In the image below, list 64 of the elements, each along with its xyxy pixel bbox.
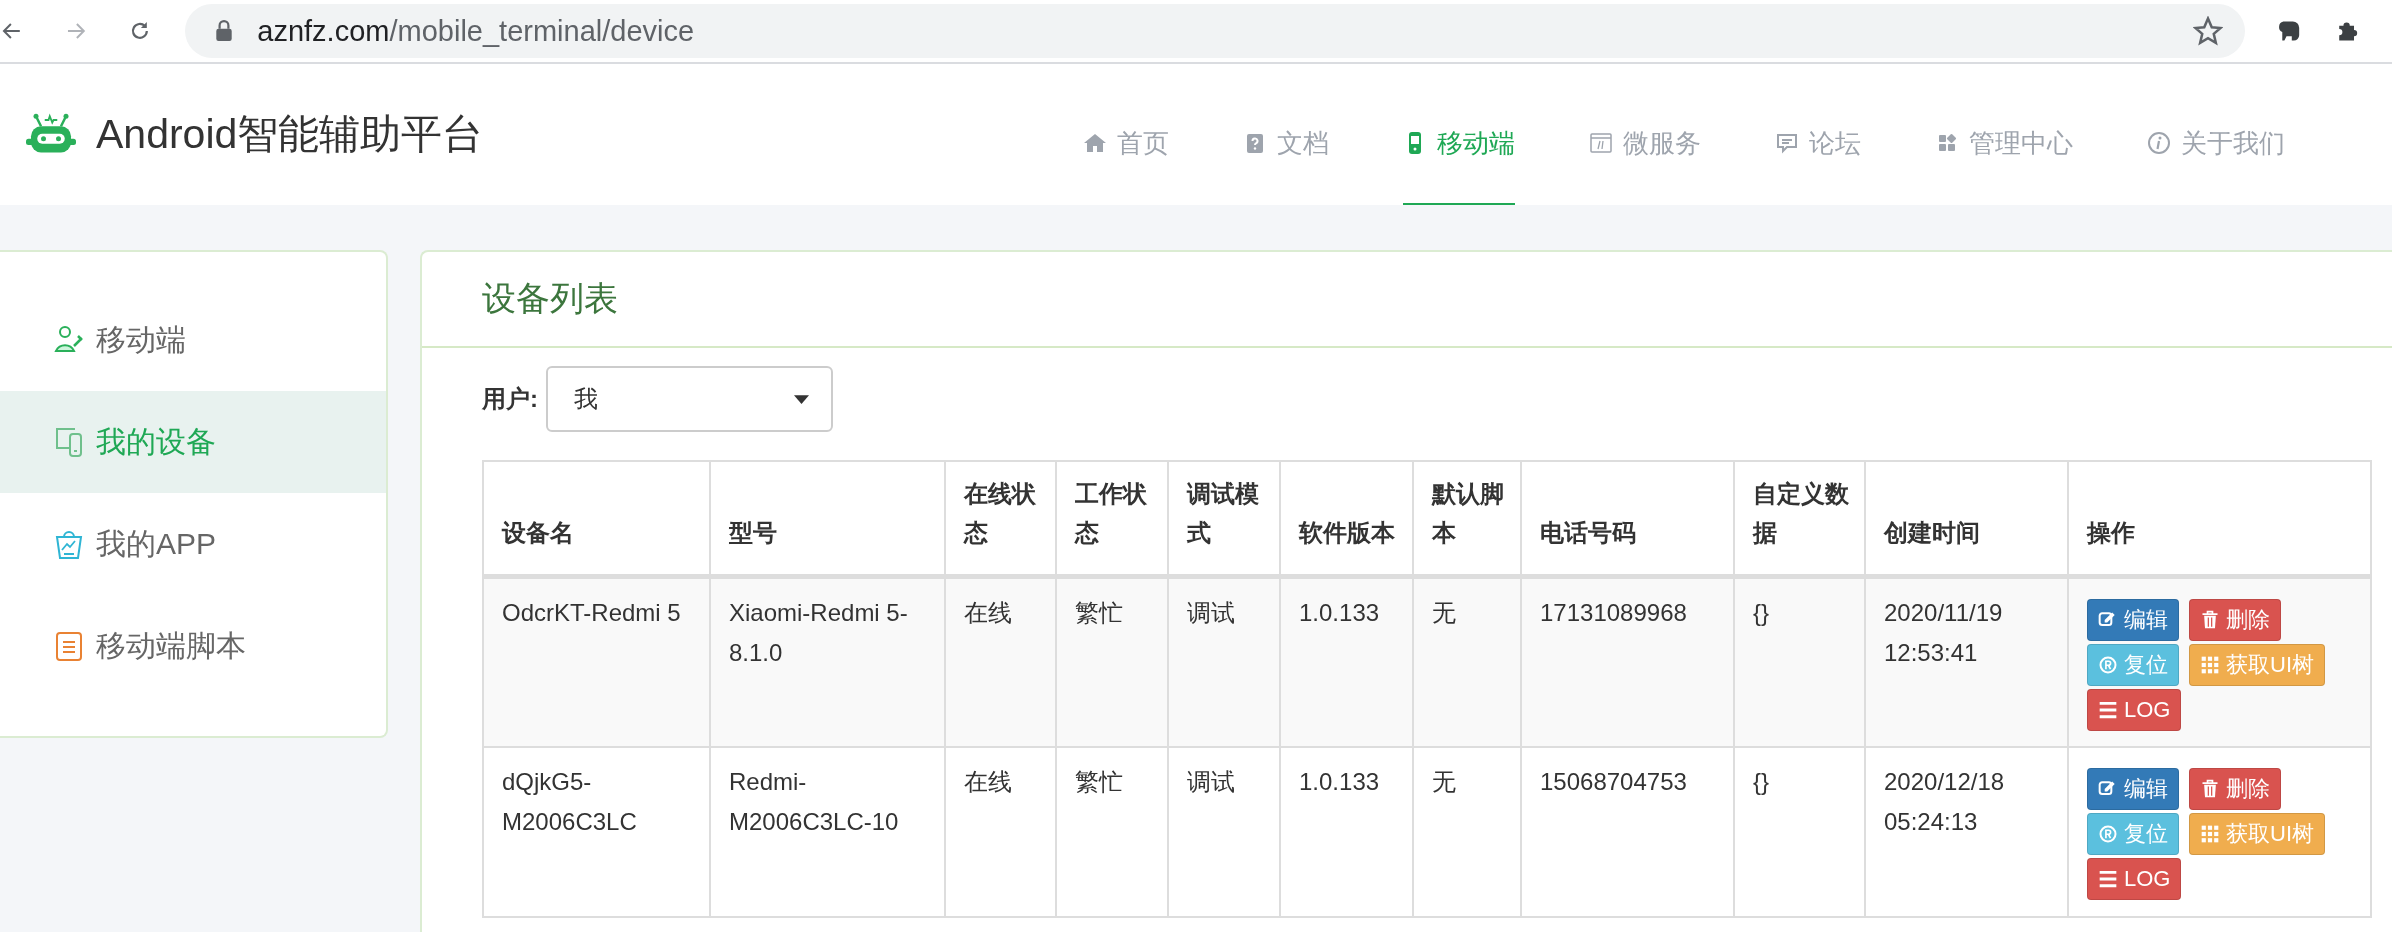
code-window-icon: [1589, 131, 1613, 155]
trash-icon: [2200, 778, 2220, 799]
info-icon: [2147, 131, 2171, 155]
edit-button[interactable]: 编辑: [2087, 767, 2179, 810]
grid-icon: [2200, 655, 2220, 675]
table-cell: {}: [1734, 576, 1865, 747]
delete-button[interactable]: 删除: [2189, 599, 2281, 641]
reset-button[interactable]: 复位: [2087, 812, 2179, 855]
table-cell: 2020/12/18 05:24:13: [1865, 746, 2068, 917]
nav-link[interactable]: 论坛: [1775, 83, 1861, 205]
table-cell: OdcrKT-Redmi 5: [483, 576, 710, 747]
table-cell: 在线: [945, 576, 1056, 747]
log-button[interactable]: LOG: [2087, 857, 2182, 900]
registered-icon: [2098, 823, 2118, 844]
list-icon: [2098, 868, 2118, 889]
nav-link[interactable]: 关于我们: [2147, 83, 2285, 205]
trash-icon: [2200, 610, 2220, 630]
site-title: Android智能辅助平台: [96, 110, 484, 159]
list-icon: [2098, 700, 2118, 720]
table-cell: 调试: [1168, 746, 1280, 917]
edit-button[interactable]: 编辑: [2087, 599, 2179, 641]
registered-icon: [2098, 655, 2118, 675]
log-button[interactable]: LOG: [2087, 689, 2182, 731]
table-cell: 无: [1413, 576, 1521, 747]
user-label: 用户:: [482, 384, 538, 414]
table-cell: dQjkG5-M2006C3LC: [483, 746, 710, 917]
table-cell: 15068704753: [1521, 746, 1734, 917]
table-cell: 繁忙: [1056, 746, 1168, 917]
tree-button[interactable]: 获取UI树: [2189, 644, 2325, 686]
delete-button[interactable]: 删除: [2189, 767, 2281, 810]
nav-link[interactable]: 文档: [1243, 83, 1329, 205]
devices-icon: [54, 426, 84, 458]
table-cell: 繁忙: [1056, 576, 1168, 747]
nav-link[interactable]: 管理中心: [1935, 83, 2073, 205]
house-icon: [1083, 131, 1107, 155]
lock-icon: [215, 20, 234, 42]
address-bar[interactable]: aznfz.com/mobile_terminal/device: [185, 4, 2246, 58]
bookmark-star-icon[interactable]: [2193, 16, 2224, 46]
table-cell: {}: [1734, 746, 1865, 917]
sidebar-item[interactable]: 我的APP: [0, 493, 386, 595]
tree-button[interactable]: 获取UI树: [2189, 812, 2325, 855]
sidebar-item[interactable]: 移动端脚本: [0, 595, 386, 697]
grid-icon: [2200, 823, 2220, 844]
table-cell: 1.0.133: [1280, 576, 1413, 747]
table-cell: 17131089968: [1521, 576, 1734, 747]
table-cell: Xiaomi-Redmi 5-8.1.0: [710, 576, 945, 747]
caret-icon: [794, 394, 809, 404]
shopping-bag-icon: [54, 528, 84, 560]
nav-link[interactable]: 移动端: [1403, 83, 1515, 205]
table-cell: 1.0.133: [1280, 746, 1413, 917]
sidebar-item[interactable]: 我的设备: [0, 391, 386, 493]
user-select[interactable]: 我: [546, 366, 833, 432]
nav-link[interactable]: 微服务: [1589, 83, 1701, 205]
reset-button[interactable]: 复位: [2087, 644, 2179, 686]
table-cell: 调试: [1168, 576, 1280, 747]
nav-link[interactable]: 首页: [1083, 83, 1169, 205]
sidebar-item[interactable]: 移动端: [0, 289, 386, 391]
notepad-icon: [54, 630, 84, 662]
table-cell: 在线: [945, 746, 1056, 917]
panel-title: 设备列表: [482, 278, 618, 319]
table-cell: Redmi-M2006C3LC-10: [710, 746, 945, 917]
table-cell: 2020/11/19 12:53:41: [1865, 576, 2068, 747]
chat-icon: [1775, 131, 1799, 155]
table-cell: 无: [1413, 746, 1521, 917]
